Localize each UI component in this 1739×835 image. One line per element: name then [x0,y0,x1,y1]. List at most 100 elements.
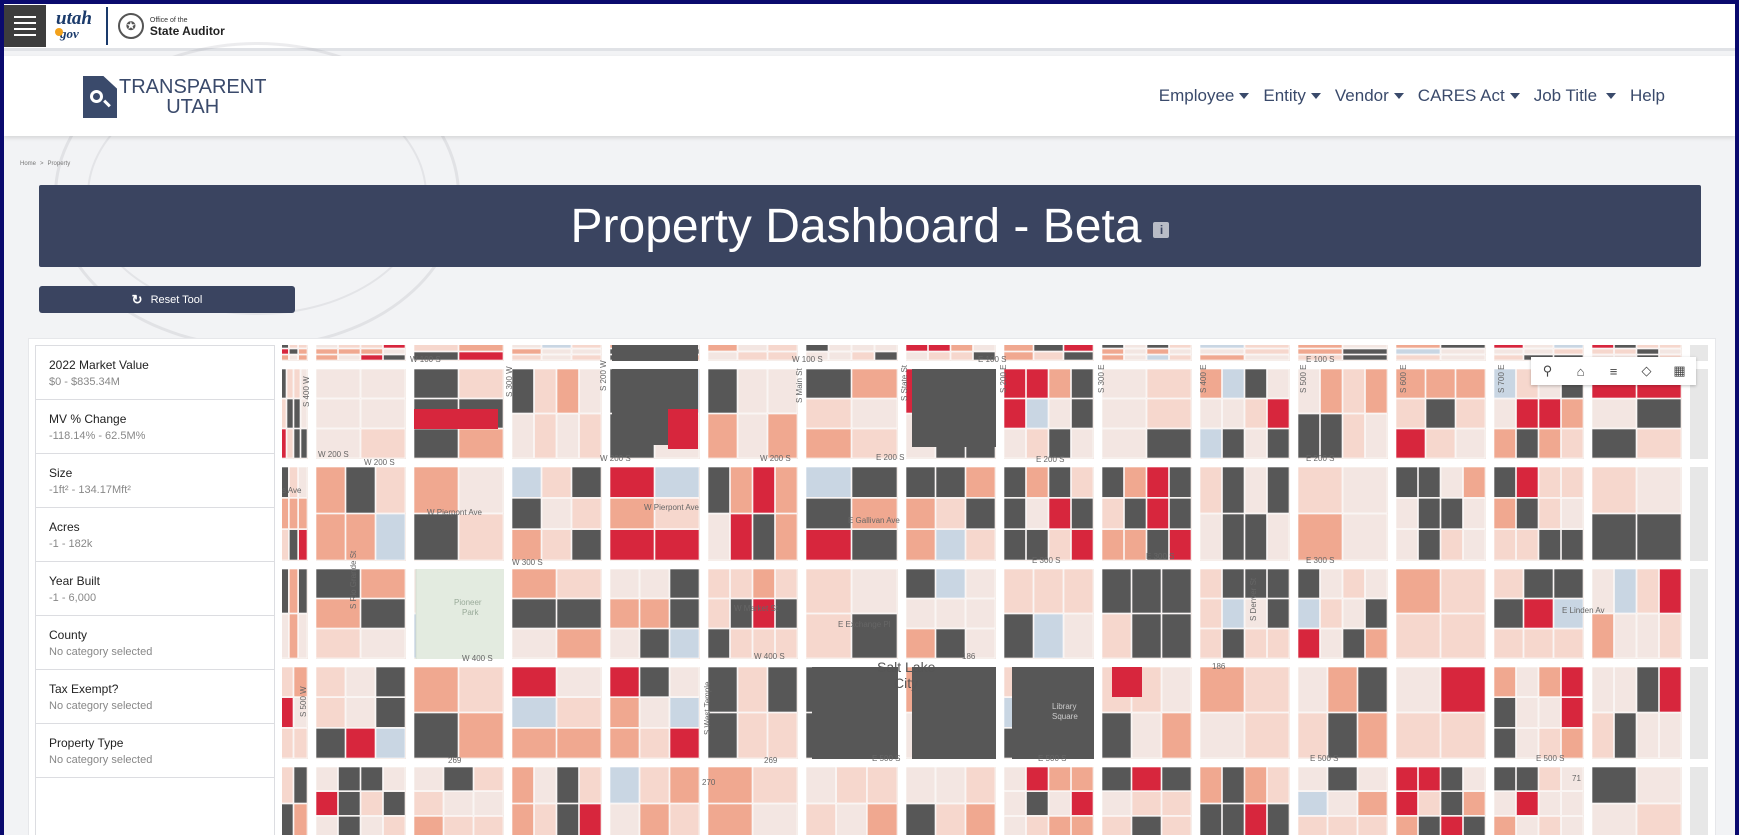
property-parcel [282,568,289,614]
property-parcel [912,665,998,761]
filter-market-value[interactable]: 2022 Market Value $0 - $835.34M [36,346,274,400]
state-auditor-logo[interactable]: Office of the State Auditor [150,15,225,37]
filter-year-built[interactable]: Year Built -1 - 6,000 [36,562,274,616]
property-parcel [1003,568,1034,614]
list-icon[interactable]: ≡ [1597,357,1630,385]
magnifier-document-icon [83,76,117,118]
property-parcel [1222,766,1245,804]
property-parcel [315,513,346,561]
nav-job-title[interactable]: Job Title [1533,86,1617,106]
property-parcel [579,803,602,835]
property-parcel [1614,666,1637,713]
nav-help[interactable]: Help [1630,86,1665,106]
property-parcel [383,348,406,355]
property-parcel [1493,628,1524,659]
layers-icon[interactable]: ◇ [1630,357,1663,385]
property-parcel [1267,803,1290,835]
property-parcel [1101,428,1147,459]
property-parcel [1071,529,1094,561]
auditor-seal-icon[interactable]: ✪ [117,13,144,39]
street-label: E Exchange Pl [838,620,891,629]
property-parcel [1101,529,1124,561]
property-parcel [1659,345,1682,349]
map-road [282,459,1708,467]
property-parcel [654,529,700,561]
map-canvas[interactable]: W 100 S W 100 S E 100 S E 100 S W 200 S … [282,345,1708,835]
property-parcel [1418,766,1441,791]
reset-tool-button[interactable]: ↻ Reset Tool [39,286,295,313]
property-parcel [383,345,406,349]
property-parcel [935,598,966,629]
property-parcel [1297,666,1328,713]
property-parcel [1267,628,1290,659]
search-icon[interactable]: ⚲ [1531,357,1564,385]
street-label: S 500 E [1299,365,1308,393]
property-parcel [752,466,775,514]
property-parcel [289,498,298,529]
property-parcel [1395,348,1441,355]
property-parcel [775,466,798,514]
filter-mv-change[interactable]: MV % Change -118.14% - 62.5M% [36,400,274,454]
property-parcel [571,354,602,361]
nav-vendor[interactable]: Vendor [1335,86,1404,106]
street-label: S Denver St [1249,577,1258,621]
nav-entity[interactable]: Entity [1263,86,1321,106]
nav-label: Job Title [1533,86,1598,105]
property-parcel [1131,816,1162,835]
filter-acres[interactable]: Acres -1 - 182k [36,508,274,562]
property-parcel [1199,568,1222,599]
property-parcel [511,354,542,361]
city-label: Salt Lake [877,659,936,675]
property-parcel [360,568,406,599]
property-parcel [609,803,640,835]
property-parcel [1561,466,1584,498]
transparent-utah-logo[interactable]: TRANSPARENT UTAH [83,76,266,118]
filter-county[interactable]: County No category selected [36,616,274,670]
property-map[interactable]: W 100 S W 100 S E 100 S E 100 S W 200 S … [282,345,1708,835]
property-parcel [609,728,640,759]
property-parcel [1493,791,1516,816]
property-parcel [556,568,602,599]
property-parcel [1493,354,1524,361]
property-parcel [1636,712,1659,759]
property-parcel [609,697,640,728]
property-parcel [511,466,542,498]
property-parcel [1244,513,1267,561]
property-parcel [851,398,898,429]
property-parcel [905,803,936,835]
nav-employee[interactable]: Employee [1159,86,1250,106]
property-parcel [1026,791,1049,816]
home-icon[interactable]: ⌂ [1564,357,1597,385]
property-parcel [1591,466,1637,514]
property-parcel [1222,428,1245,459]
property-parcel [289,568,298,614]
hamburger-menu-button[interactable] [4,5,46,47]
property-parcel [1222,598,1245,629]
property-parcel [1297,628,1320,659]
property-parcel [1591,666,1614,713]
property-parcel [282,345,289,349]
property-parcel [609,628,640,659]
filter-property-type[interactable]: Property Type No category selected [36,724,274,778]
utah-gov-logo[interactable]: utah gov [55,9,92,41]
property-parcel [965,803,996,835]
property-parcel [360,345,383,349]
filter-size[interactable]: Size -1ft² - 134.17Mft² [36,454,274,508]
property-parcel [905,351,928,361]
street-label: E 100 S [1306,355,1334,364]
property-parcel [1516,816,1539,835]
info-icon[interactable]: i [1153,222,1170,238]
property-parcel [1222,628,1245,659]
property-parcel [707,368,738,414]
property-parcel [805,498,852,529]
property-parcel [458,368,504,399]
nav-cares-act[interactable]: CARES Act [1418,86,1520,106]
property-parcel [298,529,308,561]
property-parcel [1033,345,1064,352]
filter-tax-exempt[interactable]: Tax Exempt? No category selected [36,670,274,724]
property-parcel [315,345,338,349]
grid-icon[interactable]: ▦ [1663,357,1696,385]
nav-label: Help [1630,86,1665,105]
property-parcel [1048,816,1071,835]
breadcrumb-home[interactable]: Home [20,161,36,167]
